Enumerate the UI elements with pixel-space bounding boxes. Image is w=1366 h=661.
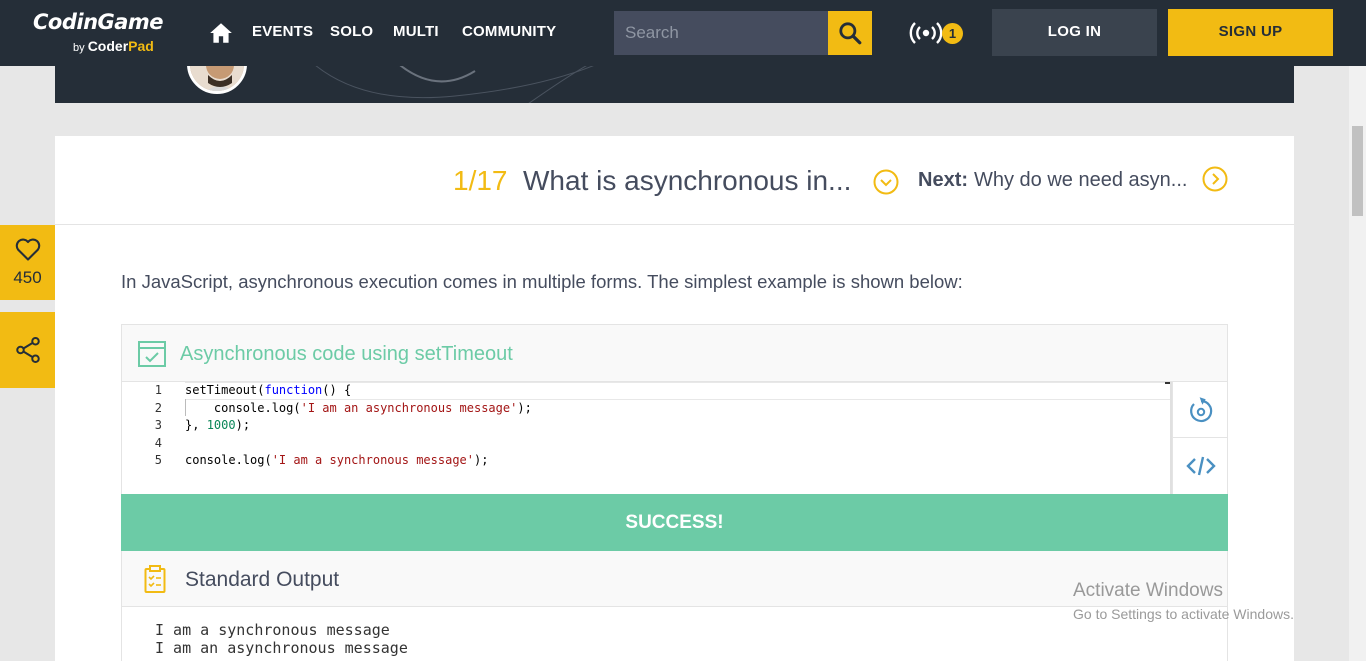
output-line: I am an asynchronous message <box>155 639 408 657</box>
codingame-logo[interactable]: CodinGame by CoderPad <box>33 10 183 56</box>
home-icon[interactable] <box>208 20 234 46</box>
chevron-down-icon <box>873 169 899 195</box>
signup-button[interactable]: SIGN UP <box>1168 9 1333 56</box>
standard-output: I am a synchronous message I am an async… <box>122 607 1227 661</box>
line-number: 3 <box>154 418 162 432</box>
code-editor[interactable]: 1 setTimeout(function() { 2 console.log(… <box>122 382 1172 494</box>
clipboard-icon <box>144 565 166 593</box>
code-line: 5 console.log('I am a synchronous messag… <box>122 453 1162 470</box>
next-step-label[interactable]: Next: <box>918 169 968 192</box>
output-line: I am a synchronous message <box>155 621 390 639</box>
next-step-button[interactable] <box>1202 166 1228 192</box>
line-number: 1 <box>154 383 162 397</box>
code-line: 3 }, 1000); <box>122 418 1162 435</box>
nav-link-events[interactable]: EVENTS <box>252 23 313 40</box>
step-title: What is asynchronous in... <box>523 165 852 196</box>
code-text: console.log('I am a synchronous message'… <box>185 453 489 467</box>
page-scrollbar[interactable] <box>1349 66 1366 661</box>
editor-toolbar <box>1172 382 1228 494</box>
search-icon <box>839 22 862 45</box>
top-navbar: CodinGame by CoderPad EVENTS SOLO MULTI … <box>0 0 1366 66</box>
nav-link-multi[interactable]: MULTI <box>393 23 439 40</box>
watermark-title: Activate Windows <box>1073 580 1223 601</box>
intro-text: In JavaScript, asynchronous execution co… <box>121 271 963 292</box>
step-list-toggle[interactable] <box>873 169 899 195</box>
nav-link-solo[interactable]: SOLO <box>330 23 373 40</box>
line-number: 5 <box>154 453 162 467</box>
run-status-bar: SUCCESS! <box>121 494 1228 551</box>
reset-code-button[interactable] <box>1173 382 1228 438</box>
playground-title: Asynchronous code using setTimeout <box>180 343 513 365</box>
broadcast-icon <box>909 22 943 44</box>
run-window-icon <box>138 341 166 367</box>
notification-count-badge: 1 <box>942 23 963 44</box>
playground-banner <box>55 66 1294 103</box>
like-button[interactable]: 450 <box>0 225 55 300</box>
code-line: 4 <box>122 436 1162 453</box>
code-text: }, 1000); <box>185 418 251 432</box>
step-number: 1/17 <box>453 165 508 196</box>
step-header: 1/17 What is asynchronous in... Next: Wh… <box>55 136 1294 225</box>
notifications-button[interactable]: 1 <box>909 19 967 47</box>
search-button[interactable] <box>828 11 872 55</box>
output-header: Standard Output <box>122 551 1227 607</box>
line-number: 4 <box>154 436 162 450</box>
logo-byline: by CoderPad <box>73 38 154 54</box>
scrollbar-thumb[interactable] <box>1352 126 1363 216</box>
line-number: 2 <box>154 401 162 415</box>
login-button[interactable]: LOG IN <box>992 9 1157 56</box>
share-button[interactable] <box>0 312 55 388</box>
chevron-right-icon <box>1202 166 1228 192</box>
code-icon <box>1185 456 1216 476</box>
activate-windows-watermark: Activate Windows Go to Settings to activ… <box>1073 580 1294 622</box>
reset-icon <box>1189 396 1212 422</box>
code-line: 1 setTimeout(function() { <box>122 383 1162 400</box>
like-count: 450 <box>13 268 42 287</box>
playground-header: Asynchronous code using setTimeout <box>122 325 1227 382</box>
search-input[interactable] <box>614 11 828 55</box>
code-playground: Asynchronous code using setTimeout 1 set… <box>121 324 1228 661</box>
share-icon <box>15 337 40 363</box>
next-step-title[interactable]: Why do we need asyn... <box>974 169 1187 192</box>
code-text: setTimeout(function() { <box>185 383 352 397</box>
heart-icon <box>15 238 41 261</box>
output-title: Standard Output <box>185 568 340 591</box>
watermark-subtitle: Go to Settings to activate Windows. <box>1073 606 1294 622</box>
view-source-button[interactable] <box>1173 438 1228 494</box>
nav-link-community[interactable]: COMMUNITY <box>462 23 556 40</box>
logo-brand: CodinGame <box>33 10 164 34</box>
code-text: console.log('I am an asynchronous messag… <box>185 401 532 415</box>
code-line: 2 console.log('I am an asynchronous mess… <box>122 401 1162 418</box>
